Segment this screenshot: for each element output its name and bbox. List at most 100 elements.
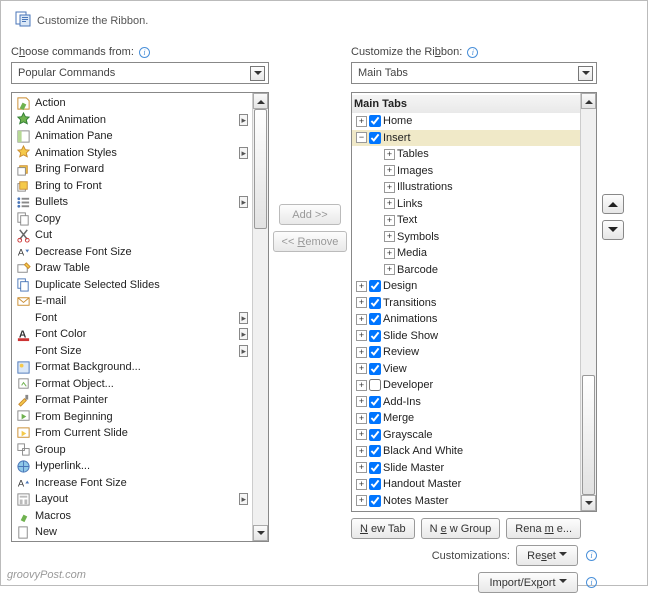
command-item[interactable]: From Current Slide	[12, 425, 252, 442]
tree-checkbox[interactable]	[369, 346, 381, 358]
scroll-down-icon[interactable]	[253, 525, 268, 541]
collapse-icon[interactable]: −	[356, 132, 367, 143]
command-item[interactable]: E-mail	[12, 293, 252, 310]
expand-icon[interactable]: +	[356, 413, 367, 424]
tree-item[interactable]: + View	[352, 361, 580, 378]
tree-checkbox[interactable]	[369, 313, 381, 325]
add-button[interactable]: Add >>	[279, 204, 341, 225]
command-item[interactable]: Hyperlink...	[12, 458, 252, 475]
info-icon[interactable]: i	[139, 47, 150, 58]
command-item[interactable]: Font Size	[12, 343, 252, 360]
command-item[interactable]: Duplicate Selected Slides	[12, 277, 252, 294]
import-export-button[interactable]: Import/Export	[478, 572, 578, 593]
tree-item[interactable]: + Slide Master	[352, 460, 580, 477]
rename-button[interactable]: Rename...	[506, 518, 581, 539]
expand-icon[interactable]: +	[384, 215, 395, 226]
tree-checkbox[interactable]	[369, 429, 381, 441]
command-item[interactable]: Macros	[12, 508, 252, 525]
tree-item[interactable]: + Black And White	[352, 443, 580, 460]
scroll-up-icon[interactable]	[253, 93, 268, 109]
expand-icon[interactable]: +	[356, 380, 367, 391]
scroll-thumb[interactable]	[582, 375, 595, 495]
expand-icon[interactable]: +	[356, 495, 367, 506]
tree-checkbox[interactable]	[369, 445, 381, 457]
scrollbar[interactable]	[252, 93, 268, 541]
command-item[interactable]: Format Painter	[12, 392, 252, 409]
tree-item[interactable]: + Text	[352, 212, 580, 229]
tree-item[interactable]: + Grayscale	[352, 427, 580, 444]
command-item[interactable]: Layout	[12, 491, 252, 508]
command-item[interactable]: Font	[12, 310, 252, 327]
tree-checkbox[interactable]	[369, 330, 381, 342]
command-item[interactable]: Cut	[12, 227, 252, 244]
tree-checkbox[interactable]	[369, 363, 381, 375]
tree-item[interactable]: + Background Removal	[352, 509, 580, 511]
tree-checkbox[interactable]	[369, 478, 381, 490]
command-item[interactable]: New Slide	[12, 541, 252, 542]
tree-item[interactable]: + Home	[352, 113, 580, 130]
tree-checkbox[interactable]	[369, 412, 381, 424]
command-item[interactable]: Add Animation	[12, 112, 252, 129]
expand-icon[interactable]: +	[356, 116, 367, 127]
expand-icon[interactable]: +	[356, 314, 367, 325]
info-icon[interactable]: i	[467, 47, 478, 58]
command-item[interactable]: Copy	[12, 211, 252, 228]
expand-icon[interactable]: +	[356, 462, 367, 473]
choose-commands-dropdown[interactable]: Popular Commands	[11, 62, 269, 84]
tree-item[interactable]: + Links	[352, 196, 580, 213]
customize-ribbon-dropdown[interactable]: Main Tabs	[351, 62, 597, 84]
expand-icon[interactable]: +	[384, 231, 395, 242]
scrollbar[interactable]	[580, 93, 596, 511]
tree-item[interactable]: + Design	[352, 278, 580, 295]
expand-icon[interactable]: +	[356, 363, 367, 374]
expand-icon[interactable]: +	[356, 429, 367, 440]
scroll-thumb[interactable]	[254, 109, 267, 229]
reset-button[interactable]: Reset	[516, 545, 578, 566]
tree-item[interactable]: + Tables	[352, 146, 580, 163]
move-down-button[interactable]	[602, 220, 624, 240]
tree-checkbox[interactable]	[369, 115, 381, 127]
command-item[interactable]: New	[12, 524, 252, 541]
tree-item[interactable]: + Add-Ins	[352, 394, 580, 411]
command-item[interactable]: Bullets	[12, 194, 252, 211]
expand-icon[interactable]: +	[356, 396, 367, 407]
scroll-down-icon[interactable]	[581, 495, 596, 511]
tree-item[interactable]: + Barcode	[352, 262, 580, 279]
tree-checkbox[interactable]	[369, 379, 381, 391]
expand-icon[interactable]: +	[356, 479, 367, 490]
command-item[interactable]: ADecrease Font Size	[12, 244, 252, 261]
expand-icon[interactable]: +	[384, 198, 395, 209]
tree-checkbox[interactable]	[369, 396, 381, 408]
tree-item[interactable]: + Transitions	[352, 295, 580, 312]
tree-item[interactable]: + Media	[352, 245, 580, 262]
command-item[interactable]: Action	[12, 95, 252, 112]
command-item[interactable]: Format Object...	[12, 376, 252, 393]
tree-item[interactable]: + Notes Master	[352, 493, 580, 510]
command-item[interactable]: From Beginning	[12, 409, 252, 426]
remove-button[interactable]: << Remove	[273, 231, 348, 252]
tree-item[interactable]: + Animations	[352, 311, 580, 328]
commands-listbox[interactable]: ActionAdd AnimationAnimation PaneAnimati…	[11, 92, 269, 542]
expand-icon[interactable]: +	[384, 149, 395, 160]
expand-icon[interactable]: +	[356, 281, 367, 292]
scroll-up-icon[interactable]	[581, 93, 596, 109]
tree-checkbox[interactable]	[369, 297, 381, 309]
expand-icon[interactable]: +	[356, 297, 367, 308]
tree-checkbox[interactable]	[369, 462, 381, 474]
tree-checkbox[interactable]	[369, 495, 381, 507]
info-icon[interactable]: i	[586, 577, 597, 588]
tree-checkbox[interactable]	[369, 280, 381, 292]
command-item[interactable]: Animation Pane	[12, 128, 252, 145]
expand-icon[interactable]: +	[356, 347, 367, 358]
command-item[interactable]: AFont Color	[12, 326, 252, 343]
expand-icon[interactable]: +	[356, 446, 367, 457]
info-icon[interactable]: i	[586, 550, 597, 561]
tree-item[interactable]: + Symbols	[352, 229, 580, 246]
tree-item[interactable]: + Handout Master	[352, 476, 580, 493]
tree-item[interactable]: − Insert	[352, 130, 580, 147]
command-item[interactable]: Bring Forward	[12, 161, 252, 178]
command-item[interactable]: AIncrease Font Size	[12, 475, 252, 492]
command-item[interactable]: Bring to Front	[12, 178, 252, 195]
tree-item[interactable]: + Merge	[352, 410, 580, 427]
expand-icon[interactable]: +	[384, 248, 395, 259]
